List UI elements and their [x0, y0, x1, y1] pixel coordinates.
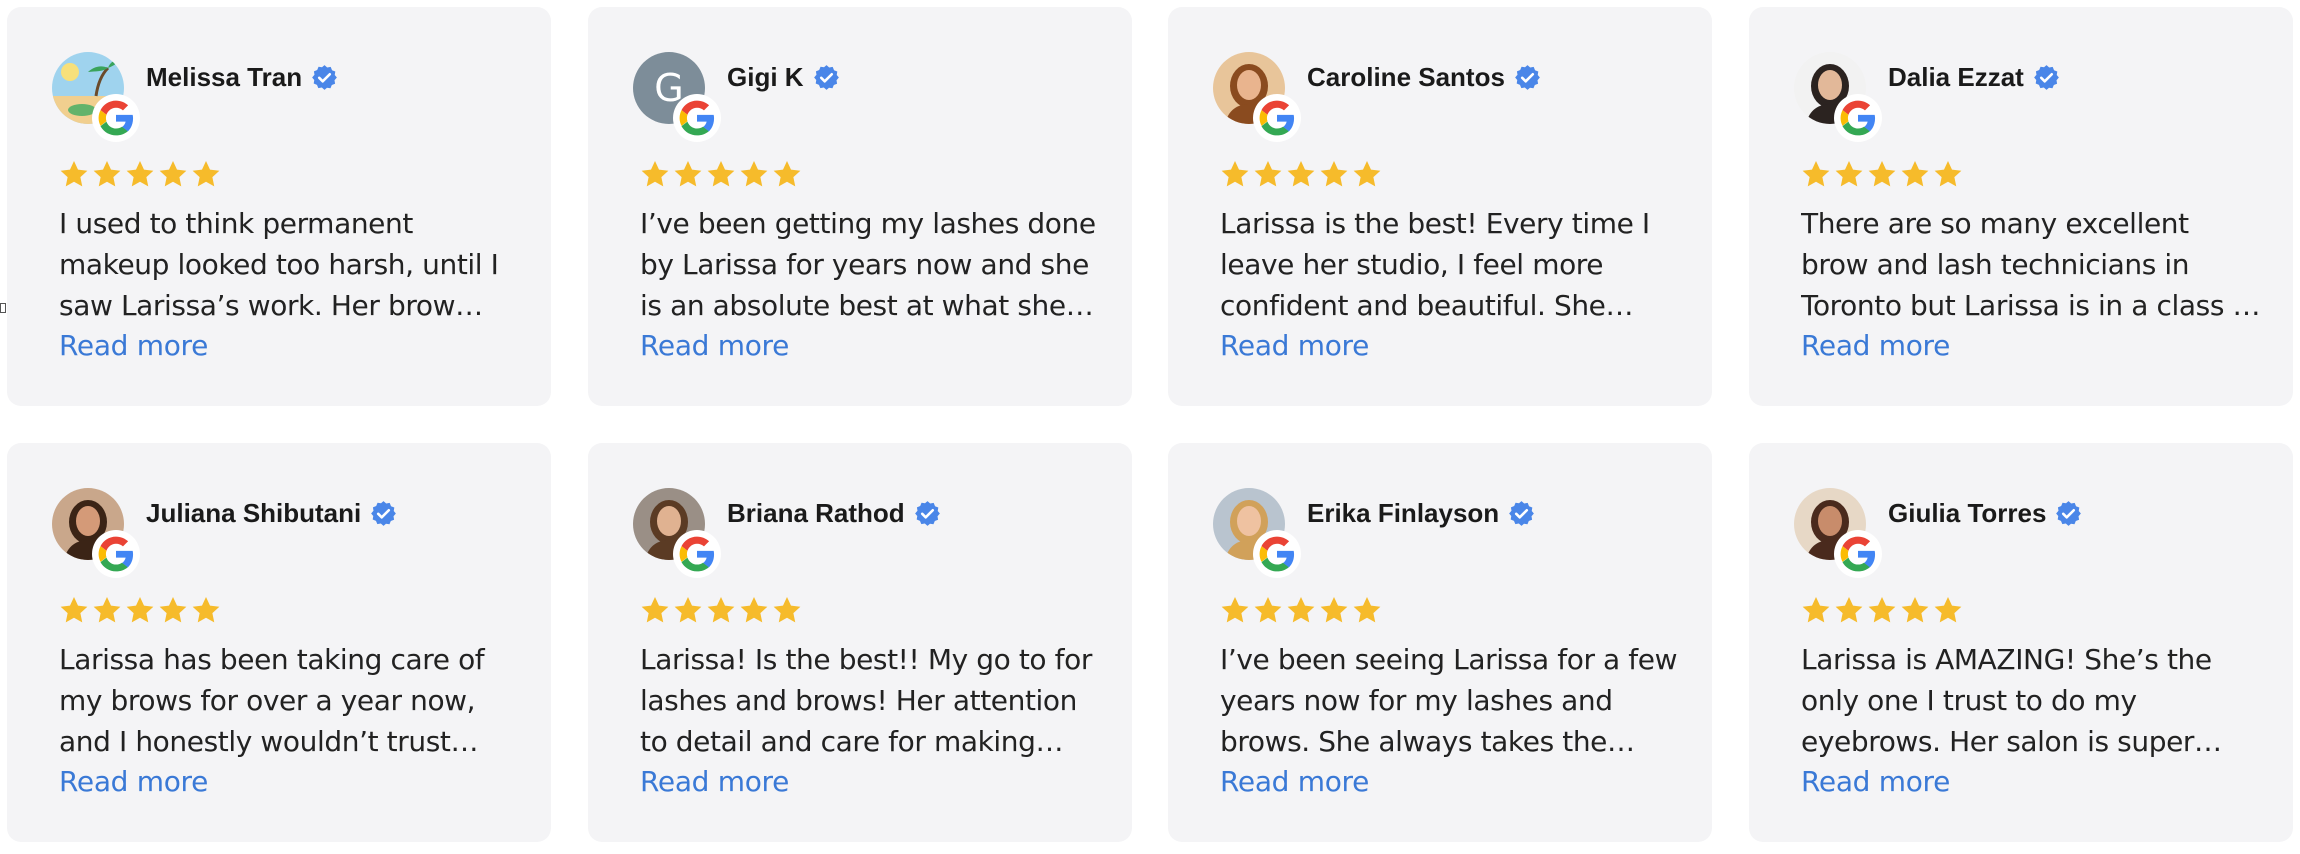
read-more-link[interactable]: Read more — [1801, 765, 1950, 798]
star-icon — [1221, 161, 1249, 187]
verified-badge-icon — [914, 500, 941, 527]
reviewer-name: Giulia Torres — [1888, 497, 2047, 528]
star-icon — [1254, 597, 1282, 623]
star-icon — [1221, 597, 1249, 623]
google-g-icon — [1836, 532, 1880, 576]
review-text: Larissa is AMAZING! She’s the only one I… — [1801, 643, 2212, 758]
review-card: Caroline Santos Larissa is the best! Eve… — [1168, 7, 1712, 406]
google-g-icon — [675, 96, 719, 140]
star-icon — [740, 597, 768, 623]
star-icon — [1287, 597, 1315, 623]
review-text: Larissa has been taking care of my brows… — [59, 643, 485, 758]
star-icon — [1901, 597, 1929, 623]
star-icon — [192, 597, 220, 623]
review-text: There are so many excellent brow and las… — [1801, 207, 2259, 322]
star-icon — [740, 161, 768, 187]
star-icon — [773, 161, 801, 187]
star-rating — [1801, 595, 1966, 625]
star-icon — [707, 161, 735, 187]
star-icon — [192, 161, 220, 187]
verified-badge-icon — [370, 500, 397, 527]
star-icon — [641, 597, 669, 623]
google-g-icon — [1255, 532, 1299, 576]
star-icon — [93, 597, 121, 623]
star-icon — [641, 161, 669, 187]
star-icon — [674, 597, 702, 623]
review-text: Larissa! Is the best!! My go to for lash… — [640, 643, 1092, 758]
star-icon — [707, 597, 735, 623]
star-icon — [1353, 597, 1381, 623]
review-text: I used to think permanent makeup looked … — [59, 207, 499, 322]
star-icon — [1901, 161, 1929, 187]
read-more-link[interactable]: Read more — [1220, 765, 1369, 798]
reviewer-name: Caroline Santos — [1307, 61, 1505, 92]
google-g-icon — [675, 532, 719, 576]
read-more-link[interactable]: Read more — [1801, 329, 1950, 362]
review-card: Juliana Shibutani Larissa has been takin… — [7, 443, 551, 842]
star-icon — [159, 161, 187, 187]
review-card: Giulia Torres Larissa is AMAZING! She’s … — [1749, 443, 2293, 842]
star-icon — [1802, 161, 1830, 187]
star-icon — [1320, 161, 1348, 187]
read-more-link[interactable]: Read more — [1220, 329, 1369, 362]
star-rating — [640, 595, 805, 625]
review-text: Larissa is the best! Every time I leave … — [1220, 207, 1650, 322]
review-card: Dalia Ezzat There are so many excellent … — [1749, 7, 2293, 406]
verified-badge-icon — [813, 64, 840, 91]
review-card: Melissa Tran I used to think permanent m… — [7, 7, 551, 406]
star-rating — [640, 159, 805, 189]
verified-badge-icon — [2055, 500, 2082, 527]
star-icon — [1320, 597, 1348, 623]
star-icon — [1868, 161, 1896, 187]
review-card: Erika Finlayson I’ve been seeing Larissa… — [1168, 443, 1712, 842]
star-icon — [674, 161, 702, 187]
reviewer-name: Briana Rathod — [727, 497, 905, 528]
verified-badge-icon — [1508, 500, 1535, 527]
verified-badge-icon — [311, 64, 338, 91]
star-rating — [1220, 159, 1385, 189]
reviews-grid: Melissa Tran I used to think permanent m… — [0, 0, 2300, 854]
star-rating — [1801, 159, 1966, 189]
star-icon — [1934, 161, 1962, 187]
star-icon — [60, 161, 88, 187]
star-icon — [93, 161, 121, 187]
review-card: Briana Rathod Larissa! Is the best!! My … — [588, 443, 1132, 842]
star-rating — [59, 159, 224, 189]
read-more-link[interactable]: Read more — [59, 329, 208, 362]
star-rating — [1220, 595, 1385, 625]
star-icon — [159, 597, 187, 623]
google-g-icon — [94, 532, 138, 576]
reviewer-name: Juliana Shibutani — [146, 497, 362, 528]
read-more-link[interactable]: Read more — [640, 329, 789, 362]
verified-badge-icon — [2033, 64, 2060, 91]
star-icon — [1835, 597, 1863, 623]
star-icon — [1934, 597, 1962, 623]
review-text: I’ve been seeing Larissa for a few years… — [1220, 643, 1678, 758]
star-icon — [60, 597, 88, 623]
reviewer-name: Melissa Tran — [146, 61, 303, 92]
reviewer-name: Erika Finlayson — [1307, 497, 1500, 528]
star-icon — [1835, 161, 1863, 187]
star-icon — [126, 597, 154, 623]
star-icon — [1353, 161, 1381, 187]
star-icon — [126, 161, 154, 187]
star-icon — [1287, 161, 1315, 187]
star-icon — [1868, 597, 1896, 623]
verified-badge-icon — [1514, 64, 1541, 91]
google-g-icon — [1255, 96, 1299, 140]
read-more-link[interactable]: Read more — [640, 765, 789, 798]
review-text: I’ve been getting my lashes done by Lari… — [640, 207, 1096, 322]
reviewer-name: Gigi K — [727, 61, 804, 92]
star-icon — [1254, 161, 1282, 187]
read-more-link[interactable]: Read more — [59, 765, 208, 798]
reviewer-name: Dalia Ezzat — [1888, 61, 2024, 92]
google-g-icon — [94, 96, 138, 140]
google-g-icon — [1836, 96, 1880, 140]
star-icon — [773, 597, 801, 623]
review-card: G Gigi K I’ve been getting my lashes don… — [588, 7, 1132, 406]
star-rating — [59, 595, 224, 625]
star-icon — [1802, 597, 1830, 623]
